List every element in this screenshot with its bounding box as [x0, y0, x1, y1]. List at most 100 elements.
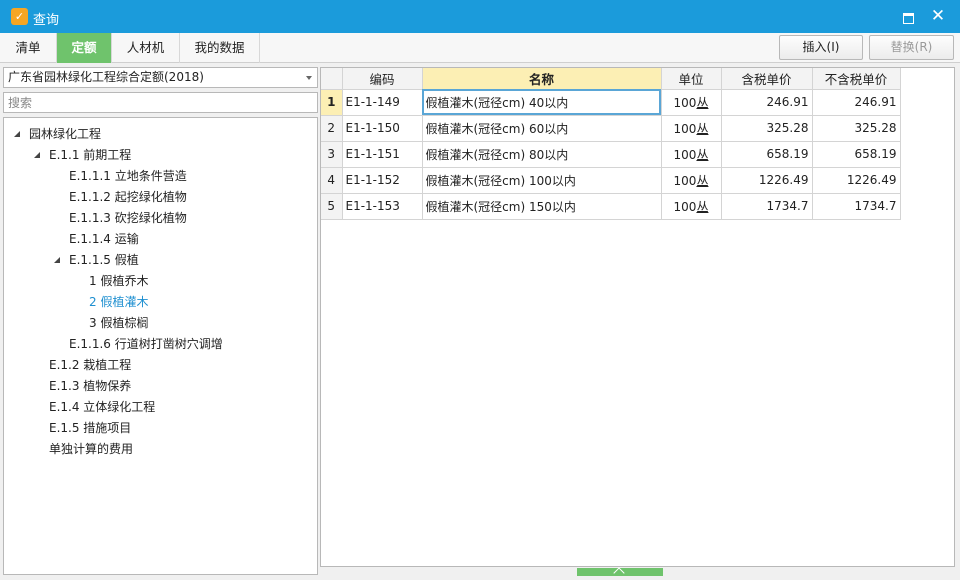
replace-button[interactable]: 替换(R) — [869, 35, 954, 60]
row-number[interactable]: 2 — [321, 115, 343, 142]
search-input[interactable] — [3, 92, 318, 113]
tree-item-label: E.1.1.5 假植 — [69, 253, 139, 267]
table-header-row: 编码 名称 单位 含税单价 不含税单价 — [321, 68, 901, 90]
tab-labor-material-machine[interactable]: 人材机 — [112, 33, 180, 63]
tree-item[interactable]: E.1.1.6 行道树打凿树穴调增 — [4, 334, 317, 355]
tree-item-label: 园林绿化工程 — [29, 127, 102, 141]
tax-price-cell[interactable]: 325.28 — [721, 115, 813, 142]
unit-cell[interactable]: 100丛 — [661, 193, 722, 220]
column-header-unit[interactable]: 单位 — [661, 68, 722, 90]
tree-item[interactable]: E.1.1.3 砍挖绿化植物 — [4, 208, 317, 229]
tree-item[interactable]: E.1.2 栽植工程 — [4, 355, 317, 376]
collapse-arrow-icon[interactable] — [54, 257, 60, 263]
tree-item-label: E.1.3 植物保养 — [49, 379, 132, 393]
expand-arrow-icon[interactable] — [33, 424, 39, 434]
column-header-tax-price[interactable]: 含税单价 — [721, 68, 813, 90]
tree-item-label: E.1.1.3 砍挖绿化植物 — [69, 211, 187, 225]
name-cell[interactable]: 假植灌木(冠径cm) 40以内 — [422, 89, 662, 116]
insert-button[interactable]: 插入(I) — [779, 35, 863, 60]
row-number[interactable]: 1 — [321, 89, 343, 116]
maximize-icon[interactable] — [899, 8, 917, 26]
tree-item[interactable]: 单独计算的费用 — [4, 439, 317, 460]
table-row[interactable]: 3 E1-1-151 假植灌木(冠径cm) 80以内 100丛 658.19 658.19 — [321, 141, 901, 168]
table-row[interactable]: 4 E1-1-152 假植灌木(冠径cm) 100以内 100丛 1226.49 1226… — [321, 167, 901, 194]
code-cell[interactable]: E1-1-151 — [342, 141, 423, 168]
notax-price-cell[interactable]: 1734.7 — [812, 193, 901, 220]
code-cell[interactable]: E1-1-153 — [342, 193, 423, 220]
tree-item[interactable]: 3 假植棕榈 — [4, 313, 317, 334]
notax-price-cell[interactable]: 658.19 — [812, 141, 901, 168]
notax-price-cell[interactable]: 1226.49 — [812, 167, 901, 194]
expand-arrow-icon[interactable] — [53, 214, 59, 224]
tab-quota[interactable]: 定额 — [57, 33, 112, 63]
name-cell[interactable]: 假植灌木(冠径cm) 80以内 — [422, 141, 662, 168]
tax-price-cell[interactable]: 1734.7 — [721, 193, 813, 220]
collapse-arrow-icon[interactable] — [34, 152, 40, 158]
tree-item-label: E.1.1 前期工程 — [49, 148, 132, 162]
code-cell[interactable]: E1-1-150 — [342, 115, 423, 142]
tree-item-label: 3 假植棕榈 — [89, 316, 149, 330]
tab-bill[interactable]: 清单 — [0, 33, 57, 63]
unit-word: 丛 — [696, 173, 709, 188]
close-icon[interactable]: ✕ — [928, 5, 948, 27]
tree-item-label: E.1.2 栽植工程 — [49, 358, 132, 372]
unit-number: 100 — [673, 199, 697, 214]
quota-library-select[interactable]: 广东省园林绿化工程综合定额(2018) — [3, 67, 318, 88]
expand-arrow-icon[interactable] — [53, 172, 59, 182]
left-panel: 广东省园林绿化工程综合定额(2018) 园林绿化工程 E.1.1 前期工程 E.1.… — [3, 67, 318, 575]
tax-price-cell[interactable]: 246.91 — [721, 89, 813, 116]
expand-arrow-icon[interactable] — [53, 235, 59, 245]
unit-cell[interactable]: 100丛 — [661, 141, 722, 168]
tree-item[interactable]: 1 假植乔木 — [4, 271, 317, 292]
tree-item[interactable]: E.1.5 措施项目 — [4, 418, 317, 439]
code-cell[interactable]: E1-1-149 — [342, 89, 423, 116]
tab-my-data[interactable]: 我的数据 — [180, 33, 260, 63]
expand-arrow-icon[interactable] — [53, 193, 59, 203]
notax-price-cell[interactable]: 325.28 — [812, 115, 901, 142]
chevron-down-icon[interactable] — [306, 76, 312, 80]
name-cell[interactable]: 假植灌木(冠径cm) 100以内 — [422, 167, 662, 194]
tree-item[interactable]: E.1.1.2 起挖绿化植物 — [4, 187, 317, 208]
unit-number: 100 — [673, 147, 697, 162]
panel-splitter-handle[interactable] — [577, 568, 663, 576]
column-header-rownum — [321, 68, 343, 90]
tree-item[interactable]: E.1.1.4 运输 — [4, 229, 317, 250]
unit-cell[interactable]: 100丛 — [661, 167, 722, 194]
tree-item[interactable]: 2 假植灌木 — [4, 292, 317, 313]
tree-item[interactable]: 园林绿化工程 — [4, 124, 317, 145]
expand-arrow-icon[interactable] — [33, 403, 39, 413]
row-number[interactable]: 3 — [321, 141, 343, 168]
tree-item-label: E.1.1.2 起挖绿化植物 — [69, 190, 187, 204]
table-row[interactable]: 5 E1-1-153 假植灌木(冠径cm) 150以内 100丛 1734.7 1734.… — [321, 193, 901, 220]
code-cell[interactable]: E1-1-152 — [342, 167, 423, 194]
tax-price-cell[interactable]: 658.19 — [721, 141, 813, 168]
table-row[interactable]: 1 E1-1-149 假植灌木(冠径cm) 40以内 100丛 246.91 246.91 — [321, 89, 901, 116]
unit-word: 丛 — [696, 121, 709, 136]
name-cell[interactable]: 假植灌木(冠径cm) 150以内 — [422, 193, 662, 220]
tree-item[interactable]: E.1.4 立体绿化工程 — [4, 397, 317, 418]
name-cell[interactable]: 假植灌木(冠径cm) 60以内 — [422, 115, 662, 142]
tree-item-label: 2 假植灌木 — [89, 295, 149, 309]
column-header-notax-price[interactable]: 不含税单价 — [812, 68, 901, 90]
row-number[interactable]: 5 — [321, 193, 343, 220]
tree-item[interactable]: E.1.1.5 假植 — [4, 250, 317, 271]
unit-cell[interactable]: 100丛 — [661, 115, 722, 142]
unit-word: 丛 — [696, 95, 709, 110]
unit-cell[interactable]: 100丛 — [661, 89, 722, 116]
notax-price-cell[interactable]: 246.91 — [812, 89, 901, 116]
column-header-code[interactable]: 编码 — [342, 68, 423, 90]
expand-arrow-icon[interactable] — [33, 382, 39, 392]
category-tree: 园林绿化工程 E.1.1 前期工程 E.1.1.1 立地条件营造 E.1.1.2 起挖… — [3, 117, 318, 575]
quota-table: 编码 名称 单位 含税单价 不含税单价 1 E1-1-149 假植灌木(冠径cm) … — [321, 68, 901, 220]
expand-arrow-icon[interactable] — [33, 361, 39, 371]
collapse-arrow-icon[interactable] — [14, 131, 20, 137]
tree-item[interactable]: E.1.3 植物保养 — [4, 376, 317, 397]
expand-arrow-icon[interactable] — [53, 340, 59, 350]
app-logo-icon: ✓ — [11, 8, 28, 25]
table-row[interactable]: 2 E1-1-150 假植灌木(冠径cm) 60以内 100丛 325.28 325.28 — [321, 115, 901, 142]
row-number[interactable]: 4 — [321, 167, 343, 194]
tree-item[interactable]: E.1.1 前期工程 — [4, 145, 317, 166]
tree-item[interactable]: E.1.1.1 立地条件营造 — [4, 166, 317, 187]
tax-price-cell[interactable]: 1226.49 — [721, 167, 813, 194]
column-header-name[interactable]: 名称 — [422, 68, 662, 90]
